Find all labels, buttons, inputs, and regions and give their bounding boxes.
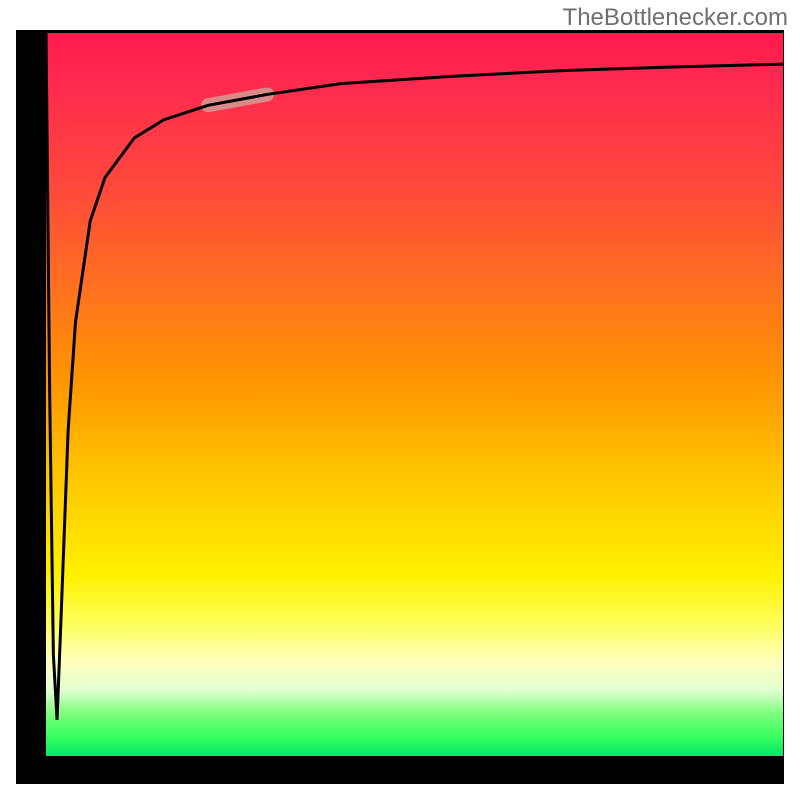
chart-frame <box>16 30 784 784</box>
plot-area <box>46 33 783 756</box>
curve-svg <box>46 33 783 756</box>
chart-container: TheBottlenecker.com <box>0 0 800 800</box>
bottleneck-curve <box>46 33 783 720</box>
watermark-text: TheBottlenecker.com <box>563 4 788 32</box>
